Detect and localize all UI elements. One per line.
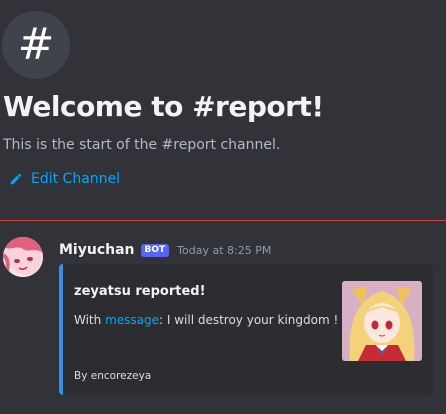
- thumbnail-image: [342, 281, 422, 361]
- edit-channel-button[interactable]: Edit Channel: [9, 171, 120, 187]
- pencil-icon: [10, 173, 22, 185]
- embed-desc-prefix: With: [74, 313, 106, 327]
- embed-description: With message: I will destroy your kingdo…: [74, 313, 338, 327]
- author-name[interactable]: Miyuchan: [59, 242, 135, 258]
- embed-message-link[interactable]: message: [105, 313, 159, 327]
- report-embed: zeyatsu reported! With message: I will d…: [59, 264, 433, 395]
- avatar-image: [3, 237, 43, 277]
- welcome-subtitle: This is the start of the #report channel…: [3, 137, 281, 153]
- edit-channel-label: Edit Channel: [31, 171, 121, 187]
- message-header: Miyuchan BOT Today at 8:25 PM: [59, 242, 271, 258]
- bot-tag: BOT: [140, 243, 170, 257]
- embed-desc-suffix: : I will destroy your kingdom !: [159, 313, 339, 327]
- channel-hash-icon: #: [2, 11, 70, 79]
- new-messages-divider: [0, 220, 446, 221]
- welcome-title: Welcome to #report!: [3, 90, 324, 123]
- hash-glyph: #: [17, 19, 55, 70]
- author-avatar[interactable]: [3, 237, 43, 277]
- embed-footer: By encorezeya: [74, 370, 152, 382]
- message-timestamp: Today at 8:25 PM: [177, 243, 272, 257]
- embed-title: zeyatsu reported!: [74, 284, 206, 299]
- embed-thumbnail[interactable]: [342, 281, 422, 361]
